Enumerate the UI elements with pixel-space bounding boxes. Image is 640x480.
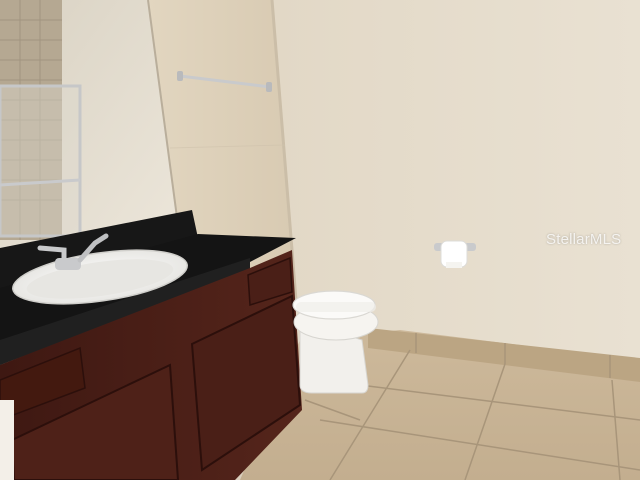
towel-bar-bracket-left xyxy=(177,71,183,81)
door-frame-edge xyxy=(0,400,14,480)
watermark: StellarMLS xyxy=(546,231,622,248)
mirror-reflection-shower-door xyxy=(0,84,82,238)
bathroom-illustration xyxy=(0,0,640,480)
bathroom-photo: StellarMLS xyxy=(0,0,640,480)
towel-bar-bracket-right xyxy=(266,82,272,92)
